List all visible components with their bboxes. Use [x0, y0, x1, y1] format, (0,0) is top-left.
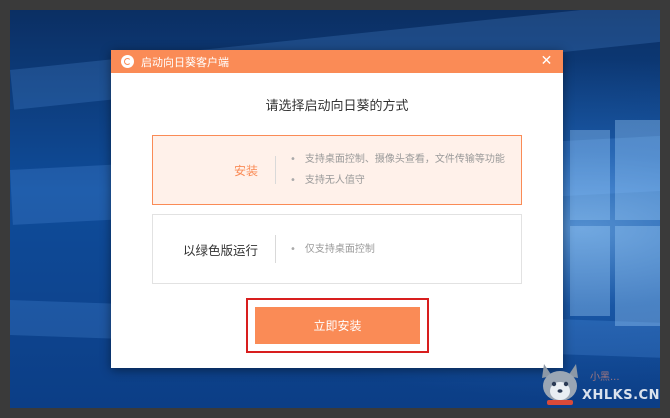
- install-button-highlight: 立即安装: [246, 298, 429, 353]
- option-green-label: 以绿色版运行: [182, 242, 258, 258]
- install-now-button[interactable]: 立即安装: [255, 307, 420, 344]
- sunflower-logo-icon: [121, 55, 134, 68]
- windows-logo-pane: [615, 226, 660, 326]
- feature-item: 支持桌面控制、摄像头查看，文件传输等功能: [290, 149, 505, 170]
- launch-dialog: 启动向日葵客户端 ✕ 请选择启动向日葵的方式 安装 支持桌面控制、摄像头查看，文…: [111, 50, 563, 368]
- option-green-run[interactable]: 以绿色版运行 仅支持桌面控制: [152, 214, 522, 284]
- option-install-label: 安装: [233, 163, 258, 178]
- option-green-features: 仅支持桌面控制: [276, 239, 375, 260]
- close-icon[interactable]: ✕: [539, 54, 554, 69]
- husky-mascot-icon: [542, 364, 578, 405]
- option-install[interactable]: 安装 支持桌面控制、摄像头查看，文件传输等功能 支持无人值守: [152, 135, 522, 205]
- windows-logo-pane: [570, 226, 610, 316]
- feature-item: 支持无人值守: [290, 170, 505, 191]
- watermark-subtext: 小黑...: [590, 372, 620, 383]
- option-install-features: 支持桌面控制、摄像头查看，文件传输等功能 支持无人值守: [276, 149, 505, 191]
- feature-item: 仅支持桌面控制: [290, 239, 375, 260]
- windows-logo-pane: [570, 130, 610, 220]
- dialog-heading: 请选择启动向日葵的方式: [265, 99, 409, 114]
- dialog-titlebar[interactable]: 启动向日葵客户端 ✕: [111, 50, 563, 73]
- watermark-text: XHLKS.CN: [582, 388, 660, 403]
- dialog-title: 启动向日葵客户端: [141, 55, 229, 69]
- windows-logo-pane: [615, 120, 660, 220]
- site-watermark: 小黑... XHLKS.CN: [538, 360, 660, 408]
